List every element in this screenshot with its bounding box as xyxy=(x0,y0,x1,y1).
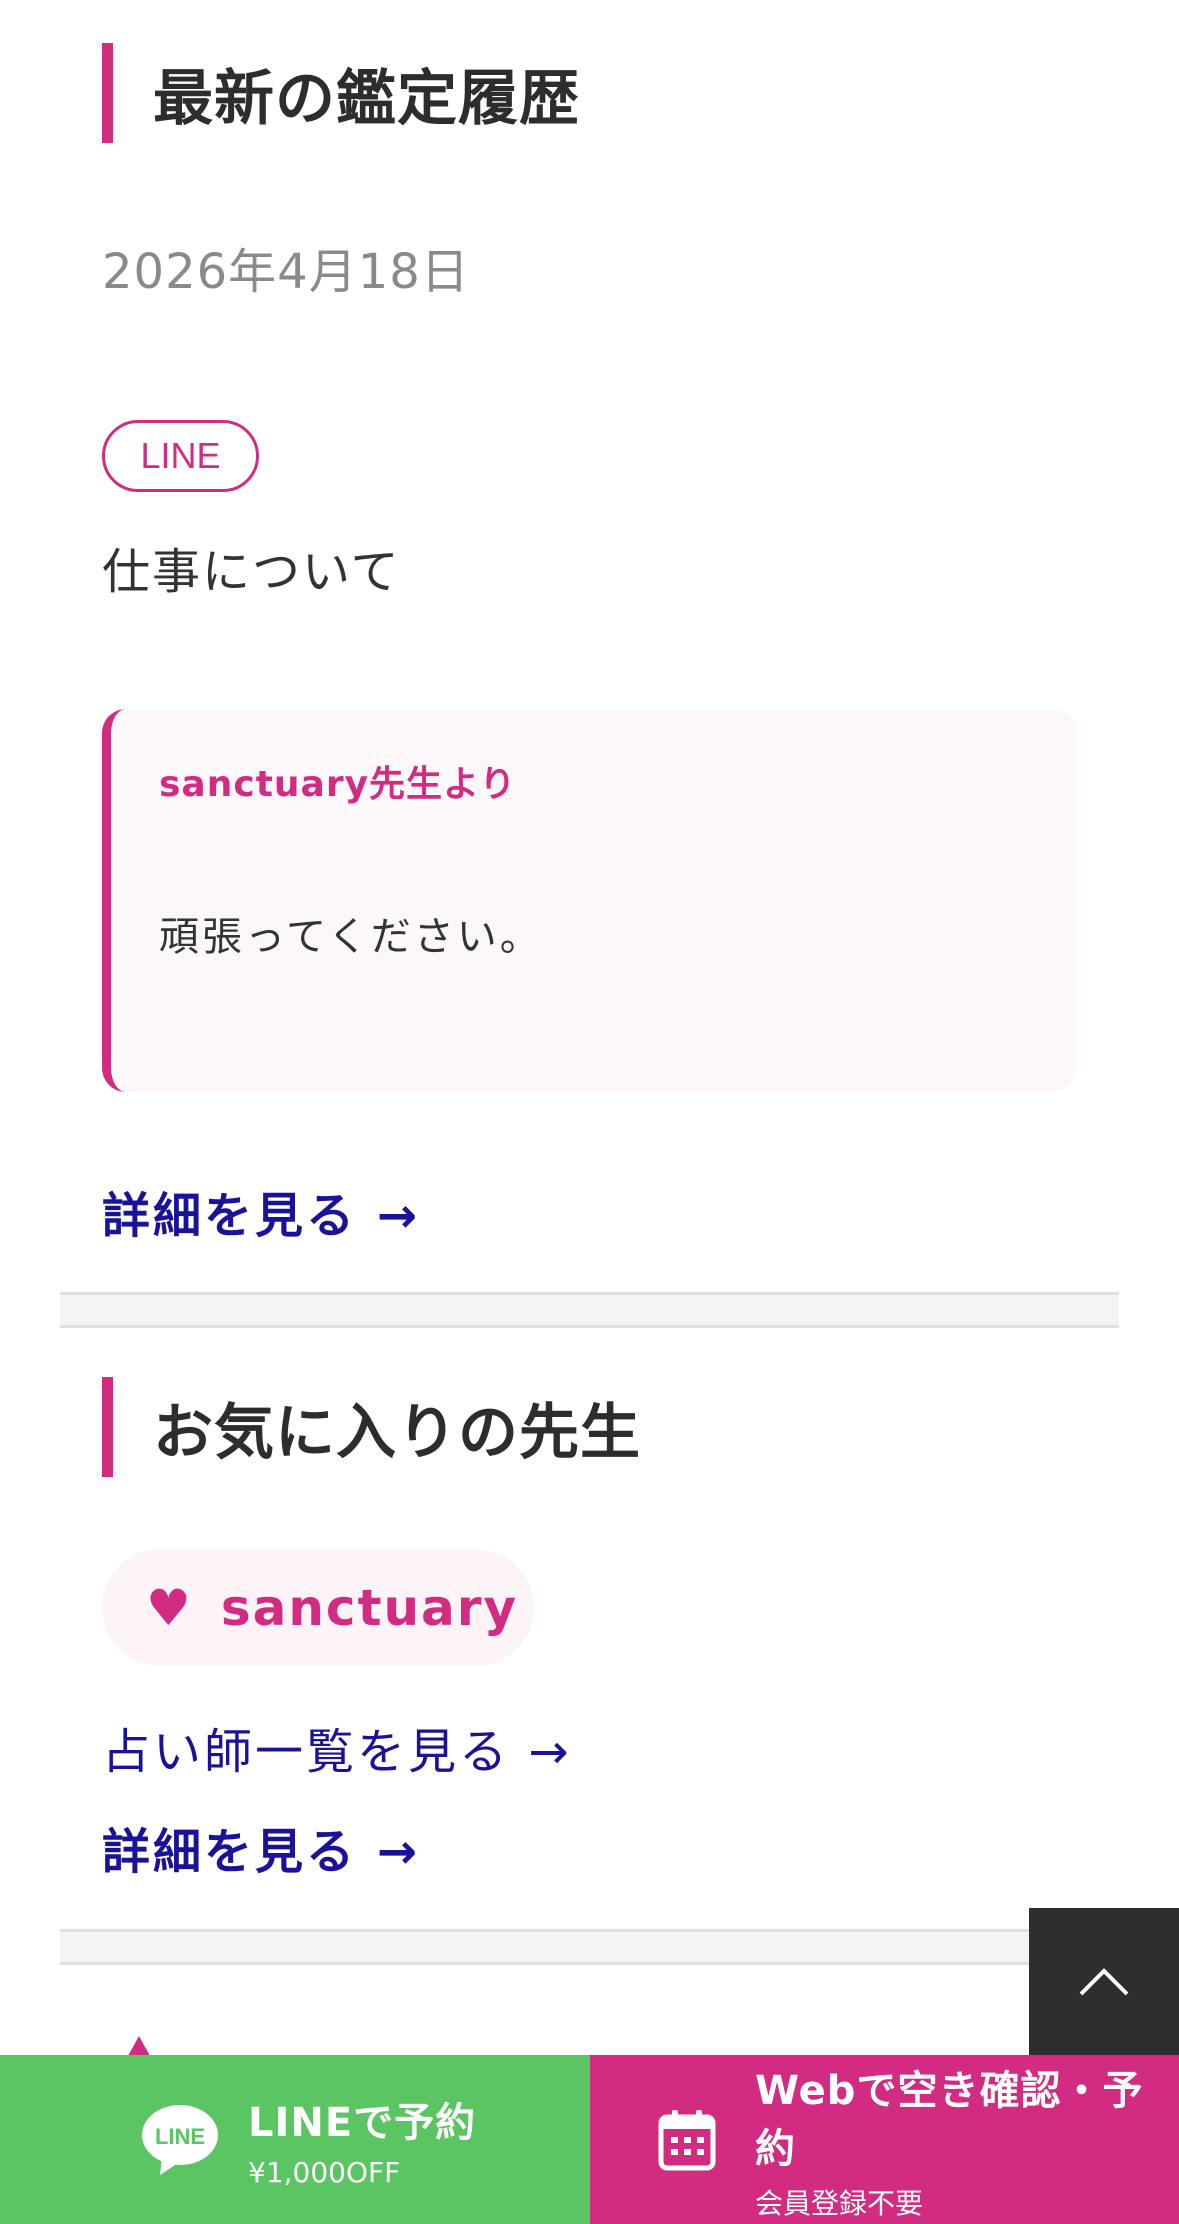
web-reserve-button[interactable]: Webで空き確認・予約 会員登録不要 xyxy=(590,2055,1179,2224)
favorite-teacher-name: sanctuary xyxy=(220,1578,519,1637)
history-date: 2026年4月18日 xyxy=(102,244,470,300)
favorite-teacher-chip[interactable]: ♥ sanctuary xyxy=(102,1549,534,1666)
line-reserve-text: LINEで予約 ¥1,000OFF xyxy=(248,2090,476,2189)
line-reserve-button[interactable]: LINE LINEで予約 ¥1,000OFF xyxy=(0,2055,590,2224)
favorites-detail-link[interactable]: 詳細を見る → xyxy=(102,1812,420,1882)
web-reserve-subtitle: 会員登録不要 xyxy=(754,2186,923,2220)
web-reserve-text: Webで空き確認・予約 会員登録不要 xyxy=(755,2058,1179,2222)
history-topic: 仕事について xyxy=(102,544,401,600)
bottom-action-bar: LINE LINEで予約 ¥1,000OFF Webで空き確認・予約 会員登録不… xyxy=(0,2055,1179,2224)
chevron-up-icon xyxy=(1079,1967,1129,1995)
back-to-top-button[interactable] xyxy=(1029,1908,1179,2055)
history-detail-link[interactable]: 詳細を見る → xyxy=(102,1176,420,1246)
web-reserve-title: Webで空き確認・予約 xyxy=(754,2067,1144,2172)
channel-tag: LINE xyxy=(102,420,259,492)
line-reserve-title: LINEで予約 xyxy=(248,2100,477,2146)
calendar-icon xyxy=(648,2100,727,2180)
section-divider xyxy=(60,1292,1119,1328)
heart-icon: ♥ xyxy=(146,1578,193,1637)
message-from: sanctuary先生より xyxy=(159,764,517,805)
star-icon xyxy=(128,2036,150,2056)
line-reserve-subtitle: ¥1,000OFF xyxy=(248,2156,401,2189)
line-logo-icon: LINE xyxy=(140,2100,220,2180)
message-text: 頑張ってください。 xyxy=(159,914,543,960)
teacher-message-box: sanctuary先生より 頑張ってください。 xyxy=(102,709,1077,1092)
favorites-heading: お気に入りの先生 xyxy=(102,1377,641,1477)
history-heading: 最新の鑑定履歴 xyxy=(102,43,580,143)
line-logo-text: LINE xyxy=(155,2124,205,2149)
section-divider xyxy=(60,1929,1119,1965)
teacher-list-link[interactable]: 占い師一覧を見る → xyxy=(102,1712,571,1782)
